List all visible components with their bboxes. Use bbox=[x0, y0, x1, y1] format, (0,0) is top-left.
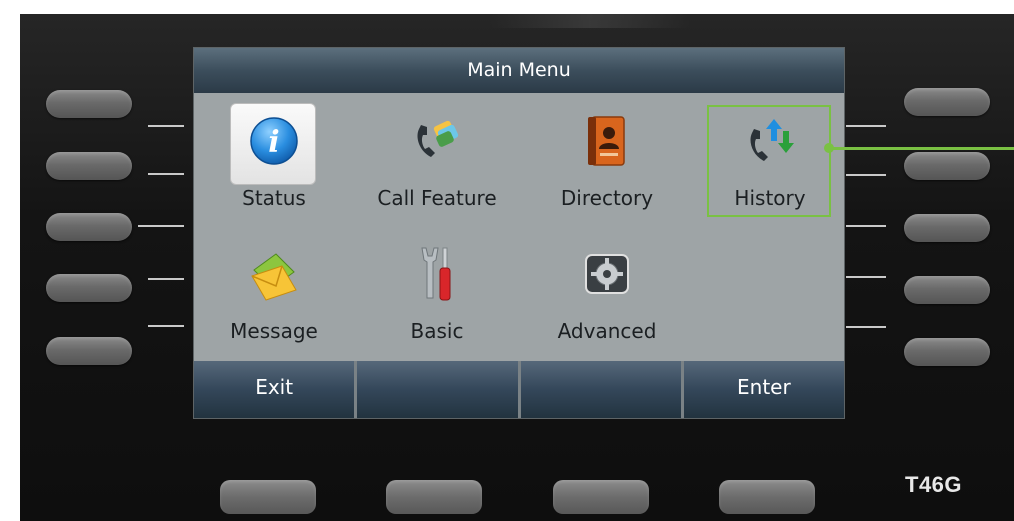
info-icon: i bbox=[241, 108, 307, 174]
softkey-bar: Exit Enter bbox=[194, 361, 844, 418]
history-callout-box bbox=[707, 105, 831, 217]
line-key-left-5[interactable] bbox=[46, 337, 132, 365]
menu-item-directory[interactable]: Directory bbox=[527, 98, 687, 218]
line-key-connector bbox=[846, 276, 886, 278]
line-key-connector bbox=[138, 225, 184, 227]
menu-item-basic[interactable]: Basic bbox=[357, 231, 517, 351]
tools-icon bbox=[404, 241, 470, 307]
menu-item-status[interactable]: i Status bbox=[194, 98, 354, 218]
line-key-left-4[interactable] bbox=[46, 274, 132, 302]
callout-pointer-line bbox=[830, 147, 1014, 150]
line-key-right-3[interactable] bbox=[904, 214, 990, 242]
line-key-right-1[interactable] bbox=[904, 88, 990, 116]
function-key-1[interactable] bbox=[220, 480, 316, 514]
menu-item-label: Directory bbox=[560, 186, 654, 210]
envelope-icon bbox=[241, 241, 307, 307]
function-key-2[interactable] bbox=[386, 480, 482, 514]
call-feature-icon bbox=[404, 108, 470, 174]
svg-text:i: i bbox=[268, 125, 279, 160]
screen-title: Main Menu bbox=[194, 48, 844, 93]
function-key-3[interactable] bbox=[553, 480, 649, 514]
gear-icon bbox=[574, 241, 640, 307]
line-key-connector bbox=[846, 174, 886, 176]
line-key-connector bbox=[846, 225, 886, 227]
line-key-right-4[interactable] bbox=[904, 276, 990, 304]
directory-book-icon bbox=[574, 108, 640, 174]
menu-item-advanced[interactable]: Advanced bbox=[527, 231, 687, 351]
line-key-connector bbox=[148, 173, 184, 175]
empty-softkey-2[interactable] bbox=[357, 361, 518, 418]
menu-item-label: Message bbox=[230, 319, 318, 343]
line-key-left-2[interactable] bbox=[46, 152, 132, 180]
menu-item-label: Advanced bbox=[557, 319, 657, 343]
menu-item-label: Status bbox=[242, 186, 306, 210]
lcd-screen: Main Menu i Status Call Feature Director… bbox=[193, 47, 845, 419]
function-key-4[interactable] bbox=[719, 480, 815, 514]
menu-item-message[interactable]: Message bbox=[194, 231, 354, 351]
line-key-connector bbox=[846, 125, 886, 127]
line-key-connector bbox=[148, 325, 184, 327]
menu-item-label: Call Feature bbox=[377, 186, 497, 210]
model-label: T46G bbox=[905, 472, 963, 497]
enter-softkey[interactable]: Enter bbox=[683, 361, 844, 418]
line-key-left-3[interactable] bbox=[46, 213, 132, 241]
line-key-connector bbox=[148, 278, 184, 280]
top-glare bbox=[490, 14, 690, 28]
exit-softkey[interactable]: Exit bbox=[194, 361, 355, 418]
line-key-connector bbox=[846, 326, 886, 328]
line-key-right-2[interactable] bbox=[904, 152, 990, 180]
line-key-right-5[interactable] bbox=[904, 338, 990, 366]
line-key-left-1[interactable] bbox=[46, 90, 132, 118]
menu-item-label: Basic bbox=[410, 319, 464, 343]
empty-softkey-3[interactable] bbox=[520, 361, 681, 418]
menu-item-call-feature[interactable]: Call Feature bbox=[357, 98, 517, 218]
line-key-connector bbox=[148, 125, 184, 127]
